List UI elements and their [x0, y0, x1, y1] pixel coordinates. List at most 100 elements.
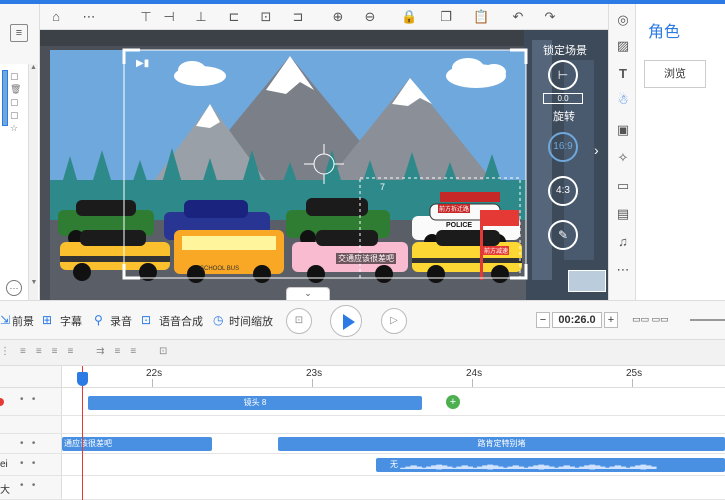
- character-icon[interactable]: ☃: [615, 92, 631, 108]
- play-icon: [343, 314, 355, 330]
- music-icon[interactable]: ♫: [615, 234, 631, 250]
- left-scene-panel: ▢ 🗑 ▢ ▢ ☆ ▲ ▼ ···: [0, 64, 40, 300]
- prev-frame-button[interactable]: ⊡: [286, 308, 312, 334]
- align-middle-icon[interactable]: ⊣: [161, 9, 177, 25]
- scene-tool-icons[interactable]: ▢ 🗑 ▢ ▢ ☆: [10, 70, 22, 136]
- ratio-4-3-button[interactable]: 4:3: [548, 176, 578, 206]
- zoom-in-icon[interactable]: ⊕: [330, 9, 346, 25]
- minimap[interactable]: [568, 270, 606, 292]
- subtitle-button[interactable]: 字幕: [60, 313, 82, 329]
- properties-panel: 角色 浏览: [636, 4, 725, 300]
- magic-icon[interactable]: ✧: [615, 150, 631, 166]
- effect-icon[interactable]: ▣: [615, 122, 631, 138]
- control-bar: ⇲ 前景 ⊞ 字幕 ⚲ 录音 ⊡ 语音合成 ◷ 时间缩放 ⊡ ▷ − 00:26…: [0, 300, 725, 340]
- playhead[interactable]: [82, 366, 83, 500]
- clock-icon: ◷: [213, 313, 224, 327]
- time-field[interactable]: 00:26.0: [552, 312, 602, 328]
- time-minus-button[interactable]: −: [536, 312, 550, 328]
- shape-icon[interactable]: ◎: [615, 12, 631, 28]
- ruler-label: 25s: [626, 368, 643, 379]
- speech-badge[interactable]: 交通应该很差吧: [336, 253, 396, 264]
- track-label: ei: [0, 459, 8, 470]
- align-bottom-icon[interactable]: ⊥: [193, 9, 209, 25]
- timeline-tool-icons[interactable]: ⋮≡≡≡≡ ⇉≡≡ ⊡: [0, 346, 177, 357]
- copy-icon[interactable]: ❐: [438, 9, 454, 25]
- foreground-button[interactable]: 前景: [12, 313, 34, 329]
- timeline-toolbar: ⋮≡≡≡≡ ⇉≡≡ ⊡: [0, 340, 725, 366]
- camera-track: • • 镜头 8 +: [0, 388, 725, 416]
- camera-count: 7: [380, 182, 386, 192]
- waveform: ▁▂▃▂▁▂▃▄▃▂▁▂▃▂▁▂▃▄▃▂▁▂▃▂▁▂▃▄▃▂▁▂▃▂▁▂▃▄▃▂…: [400, 460, 656, 469]
- folder-icon[interactable]: ▤: [615, 206, 631, 222]
- align-top-icon[interactable]: ⊤: [138, 9, 154, 25]
- subtitle-track: • • 通应该很差吧 路肯定特别堵: [0, 434, 725, 454]
- play-button[interactable]: [330, 305, 362, 337]
- tts-icon: ⊡: [141, 313, 152, 327]
- time-plus-button[interactable]: +: [604, 312, 618, 328]
- align-right-icon[interactable]: ⊐: [290, 9, 306, 25]
- scrollbar[interactable]: ▲ ▼: [28, 64, 38, 300]
- ruler-label: 22s: [146, 368, 163, 379]
- more-options-icon[interactable]: ···: [6, 280, 22, 296]
- ratio-16-9-button[interactable]: 16:9: [548, 132, 578, 162]
- canvas-area[interactable]: ▶▮ 7 POLICE 前方拆迁路 前方减速 SCHOOL BUS 交通应该很差…: [40, 30, 608, 300]
- tts-button[interactable]: 语音合成: [159, 313, 203, 329]
- warning-sign: 前方减速: [483, 246, 510, 255]
- collapse-stage-button[interactable]: ⌄: [286, 287, 330, 300]
- edit-icon[interactable]: ✎: [548, 220, 578, 250]
- scroll-up-icon[interactable]: ▲: [29, 64, 38, 71]
- align-left-icon[interactable]: ⊏: [226, 9, 242, 25]
- subtitle-clip[interactable]: 路肯定特别堵: [278, 437, 725, 451]
- add-keyframe-icon[interactable]: +: [446, 395, 460, 409]
- playhead-handle[interactable]: [77, 372, 88, 386]
- track-options-icon[interactable]: • •: [20, 438, 35, 449]
- rotate-knob[interactable]: ⊢: [548, 60, 578, 90]
- subtitle-clip[interactable]: 通应该很差吧: [62, 437, 212, 451]
- undo-icon[interactable]: ↶: [510, 9, 526, 25]
- left-top-panel: ≡: [0, 4, 40, 64]
- track-head: • •: [0, 434, 62, 453]
- expand-right-icon[interactable]: ›: [594, 142, 599, 158]
- track-options-icon[interactable]: • •: [20, 394, 35, 405]
- track-options-icon[interactable]: • •: [20, 458, 35, 469]
- zoom-out-icon[interactable]: ⊖: [362, 9, 378, 25]
- scene-canvas[interactable]: [40, 30, 608, 300]
- paste-icon[interactable]: 📋: [473, 9, 489, 25]
- time-ruler[interactable]: 22s 23s 24s 25s: [62, 366, 725, 388]
- camera-icon: ▶▮: [136, 58, 150, 69]
- rotate-label: 旋转: [553, 111, 575, 123]
- ruler-label: 24s: [466, 368, 483, 379]
- scroll-down-icon[interactable]: ▼: [29, 279, 39, 286]
- empty-track: [0, 416, 725, 434]
- camera-clip[interactable]: 镜头 8: [88, 396, 422, 410]
- text-icon[interactable]: T: [615, 66, 631, 82]
- track-options-icon[interactable]: • •: [20, 480, 35, 491]
- lock-icon[interactable]: 🔒: [401, 9, 417, 25]
- browse-button[interactable]: 浏览: [644, 60, 706, 88]
- ruler-head: [0, 366, 62, 388]
- zoom-track-icon[interactable]: ▭▭ ▭▭: [632, 314, 669, 325]
- track-head: ei • •: [0, 454, 62, 475]
- police-sign: 前方拆迁路: [438, 204, 471, 213]
- right-tool-column: ◎ ▨ T ☃ ▣ ✧ ▭ ▤ ♫ ⋯: [608, 4, 636, 300]
- track-head: 大 • •: [0, 476, 62, 499]
- record-button[interactable]: 录音: [110, 313, 132, 329]
- bubble-icon[interactable]: ▭: [615, 178, 631, 194]
- scene-thumbnail[interactable]: [2, 70, 8, 126]
- image-icon[interactable]: ▨: [615, 38, 631, 54]
- list-toggle-icon[interactable]: ≡: [10, 24, 28, 42]
- lock-scene-label: 锁定场景: [543, 45, 587, 57]
- align-center-icon[interactable]: ⊡: [258, 9, 274, 25]
- more-icon[interactable]: ⋯: [615, 262, 631, 278]
- voice-clip[interactable]: 无 ▁▂▃▂▁▂▃▄▃▂▁▂▃▂▁▂▃▄▃▂▁▂▃▂▁▂▃▄▃▂▁▂▃▂▁▂▃▄…: [376, 458, 725, 472]
- more-icon[interactable]: ⋯: [81, 9, 97, 25]
- time-scale-button[interactable]: 时间缩放: [229, 313, 273, 329]
- voice-clip-label: 无: [390, 460, 398, 469]
- redo-icon[interactable]: ↷: [542, 9, 558, 25]
- rotation-value[interactable]: 0.0: [543, 93, 583, 104]
- next-frame-button[interactable]: ▷: [381, 308, 407, 334]
- zoom-slider[interactable]: [690, 319, 725, 321]
- bus-text: SCHOOL BUS: [200, 266, 240, 272]
- home-icon[interactable]: ⌂: [48, 9, 64, 25]
- police-text: POLICE: [446, 222, 473, 229]
